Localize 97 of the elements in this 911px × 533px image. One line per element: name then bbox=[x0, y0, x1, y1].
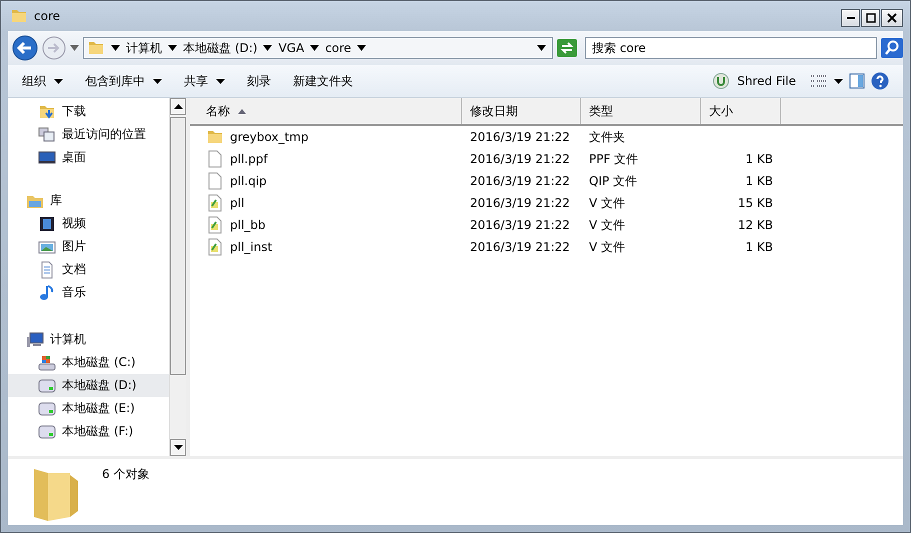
desktop-icon bbox=[38, 148, 56, 166]
breadcrumb[interactable]: 本地磁盘 (D:) bbox=[183, 40, 258, 56]
shred-file-button[interactable]: Shred File bbox=[705, 70, 804, 92]
caret-icon[interactable] bbox=[310, 45, 320, 51]
search-icon[interactable] bbox=[881, 38, 903, 58]
breadcrumb[interactable]: VGA bbox=[278, 41, 304, 55]
nav-item[interactable]: 图片 bbox=[8, 235, 169, 258]
drive-icon bbox=[38, 422, 56, 440]
down-arrow-icon bbox=[174, 445, 182, 450]
text-file-icon bbox=[206, 216, 224, 234]
table-cell-text: PPF 文件 bbox=[588, 150, 640, 168]
column-header[interactable]: 修改日期 bbox=[462, 98, 581, 124]
caret-icon[interactable] bbox=[111, 45, 120, 51]
caret-icon[interactable] bbox=[834, 78, 843, 84]
nav-item[interactable]: 桌面 bbox=[8, 146, 169, 169]
breadcrumb[interactable]: 计算机 bbox=[126, 40, 162, 56]
scroll-up-button[interactable] bbox=[170, 98, 186, 115]
preview-pane-icon[interactable] bbox=[849, 73, 865, 89]
caret-icon[interactable] bbox=[168, 45, 177, 51]
nav-item[interactable]: 最近访问的位置 bbox=[8, 123, 169, 146]
minimize-button[interactable] bbox=[841, 9, 860, 27]
table-cell-text: 15 KB bbox=[736, 196, 774, 210]
file-icon bbox=[206, 172, 224, 190]
table-cell-text: 2016/3/19 21:22 bbox=[469, 130, 571, 144]
item-count: 6 个对象 bbox=[102, 466, 150, 483]
drive-icon bbox=[38, 376, 56, 394]
file-icon bbox=[206, 150, 224, 168]
window-title: core bbox=[34, 9, 60, 23]
file-name[interactable]: pll.qip bbox=[230, 174, 267, 188]
maximize-button[interactable] bbox=[861, 9, 880, 27]
shred-icon bbox=[713, 73, 730, 89]
table-cell-text: 1 KB bbox=[744, 174, 774, 188]
nav-item[interactable]: 音乐 bbox=[8, 281, 169, 304]
file-name[interactable]: pll.ppf bbox=[230, 152, 268, 166]
caret-icon[interactable] bbox=[263, 45, 272, 51]
toolbar-button[interactable]: 组织 bbox=[14, 70, 71, 92]
toolbar-button[interactable]: 刻录 bbox=[239, 70, 279, 92]
search-field[interactable]: 搜索 core bbox=[585, 37, 877, 59]
scroll-thumb[interactable] bbox=[170, 117, 186, 375]
file-name[interactable]: pll_inst bbox=[230, 240, 272, 254]
close-icon bbox=[887, 13, 897, 23]
maximize-icon bbox=[866, 13, 876, 23]
system-drive-icon bbox=[38, 354, 56, 372]
nav-item[interactable]: 库 bbox=[8, 189, 169, 212]
back-button[interactable] bbox=[12, 35, 38, 61]
nav-item[interactable]: 本地磁盘 (C:) bbox=[8, 351, 169, 374]
refresh-icon[interactable] bbox=[557, 39, 577, 57]
drive-icon bbox=[38, 400, 56, 418]
column-header[interactable]: 大小 bbox=[701, 98, 781, 124]
table-cell-text: 2016/3/19 21:22 bbox=[469, 196, 571, 210]
help-icon[interactable] bbox=[871, 72, 889, 90]
nav-item[interactable]: 本地磁盘 (E:) bbox=[8, 397, 169, 420]
close-button[interactable] bbox=[881, 9, 903, 27]
nav-item[interactable]: 下载 bbox=[8, 100, 169, 123]
music-note-icon bbox=[38, 284, 56, 302]
nav-item[interactable]: 本地磁盘 (F:) bbox=[8, 420, 169, 443]
table-cell-text: 1 KB bbox=[744, 152, 774, 166]
column-header[interactable]: 名称 bbox=[190, 98, 462, 124]
scrollbar[interactable] bbox=[169, 98, 186, 456]
minimize-icon bbox=[846, 17, 854, 19]
scroll-down-button[interactable] bbox=[170, 439, 186, 456]
address-bar[interactable]: 计算机 本地磁盘 (D:) VGA core bbox=[83, 37, 553, 59]
recent-places-icon bbox=[38, 126, 56, 144]
table-cell-text: QIP 文件 bbox=[588, 172, 638, 190]
toolbar-button[interactable]: 包含到库中 bbox=[77, 70, 170, 92]
toolbar-button[interactable]: 共享 bbox=[176, 70, 233, 92]
table-cell-text: V 文件 bbox=[588, 238, 626, 256]
nav-item[interactable]: 文档 bbox=[8, 258, 169, 281]
file-name[interactable]: pll bbox=[230, 196, 244, 210]
dropdown-arrow-icon[interactable] bbox=[537, 45, 546, 51]
text-file-icon bbox=[206, 238, 224, 256]
computer-icon bbox=[26, 330, 44, 348]
up-arrow-icon bbox=[174, 104, 182, 109]
folder-icon bbox=[206, 128, 224, 146]
folder-icon bbox=[10, 7, 28, 25]
nav-item[interactable]: 本地磁盘 (D:) bbox=[8, 374, 169, 397]
table-cell-text: 12 KB bbox=[736, 218, 774, 232]
breadcrumb[interactable]: core bbox=[325, 41, 352, 55]
table-cell-text: 2016/3/19 21:22 bbox=[469, 152, 571, 166]
text-file-icon bbox=[206, 194, 224, 212]
table-cell-text: 2016/3/19 21:22 bbox=[469, 218, 571, 232]
table-cell-text: V 文件 bbox=[588, 194, 626, 212]
table-cell-text: 2016/3/19 21:22 bbox=[469, 240, 571, 254]
film-icon bbox=[38, 214, 56, 232]
view-options-icon[interactable] bbox=[810, 74, 828, 88]
toolbar-button[interactable]: 新建文件夹 bbox=[285, 70, 361, 92]
caret-icon[interactable] bbox=[357, 45, 366, 51]
column-header[interactable]: 类型 bbox=[581, 98, 701, 124]
nav-item[interactable]: 视频 bbox=[8, 212, 169, 235]
table-cell-text: 2016/3/19 21:22 bbox=[469, 174, 571, 188]
table-cell-text: 文件夹 bbox=[588, 128, 626, 146]
folder-icon bbox=[87, 39, 105, 57]
file-name[interactable]: pll_bb bbox=[230, 218, 266, 232]
table-cell-text: 1 KB bbox=[744, 240, 774, 254]
nav-item[interactable]: 计算机 bbox=[8, 328, 169, 351]
file-name[interactable]: greybox_tmp bbox=[230, 130, 308, 144]
table-cell-text: V 文件 bbox=[588, 216, 626, 234]
